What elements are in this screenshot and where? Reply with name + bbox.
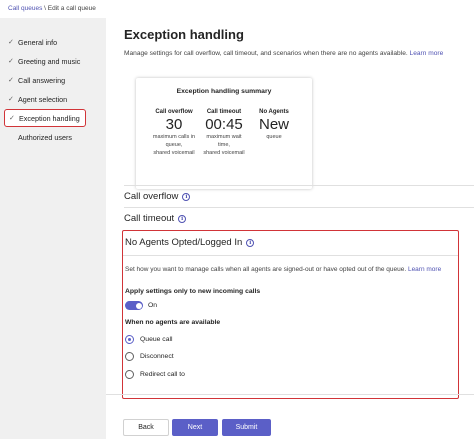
summary-col-sub: maximum wait <box>206 134 242 140</box>
summary-col-value: 30 <box>165 116 183 133</box>
summary-col-sub: queue, <box>165 142 183 148</box>
breadcrumb-call-queues-link[interactable]: Call queues <box>8 5 42 12</box>
check-icon: ✓ <box>8 77 14 84</box>
check-icon: ✓ <box>9 115 15 122</box>
option-disconnect[interactable]: Disconnect <box>125 352 174 361</box>
summary-col-sub: shared voicemail <box>153 150 195 156</box>
summary-title: Exception handling summary <box>176 88 272 95</box>
sidebar-item-greeting-and-music[interactable]: ✓ Greeting and music <box>4 52 86 70</box>
summary-col-sub: queue <box>266 134 282 140</box>
sidebar-item-call-answering[interactable]: ✓ Call answering <box>4 71 86 89</box>
sidebar-item-label: Exception handling <box>19 113 80 123</box>
no-agents-description: Set how you want to manage calls when al… <box>125 266 441 273</box>
sidebar-item-label: Agent selection <box>18 94 68 104</box>
call-timeout-section-header[interactable]: Call timeout i <box>124 213 187 224</box>
section-title: Call timeout <box>124 213 175 224</box>
page-title: Exception handling <box>124 27 244 42</box>
summary-call-overflow: Call overflow 30 maximum calls in queue,… <box>148 109 200 157</box>
section-divider <box>124 185 474 186</box>
option-redirect-call-to[interactable]: Redirect call to <box>125 370 185 379</box>
toggle-state-label: On <box>148 301 158 309</box>
sidebar-item-general-info[interactable]: ✓ General info <box>4 33 86 51</box>
no-agents-description-text: Set how you want to manage calls when al… <box>125 266 407 273</box>
sidebar-item-agent-selection[interactable]: ✓ Agent selection <box>4 90 86 108</box>
back-button[interactable]: Back <box>123 419 169 436</box>
no-agents-learn-more-link[interactable]: Learn more <box>408 266 441 273</box>
sidebar-item-exception-handling[interactable]: ✓ Exception handling <box>4 109 86 127</box>
info-icon[interactable]: i <box>246 238 255 247</box>
summary-col-sub: time, <box>218 142 230 148</box>
sidebar-item-label: Authorized users <box>18 132 72 142</box>
summary-col-sub: shared voicemail <box>203 150 245 156</box>
summary-col-head: Call timeout <box>206 109 242 115</box>
option-queue-call[interactable]: Queue call <box>125 335 173 344</box>
section-title: No Agents Opted/Logged In <box>125 237 243 248</box>
wizard-sidebar: ✓ General info ✓ Greeting and music ✓ Ca… <box>0 18 106 439</box>
no-agents-section-header[interactable]: No Agents Opted/Logged In i <box>125 237 255 248</box>
footer-divider <box>106 394 474 395</box>
page-description: Manage settings for call overflow, call … <box>124 50 443 57</box>
check-icon: ✓ <box>8 58 14 65</box>
summary-call-timeout: Call timeout 00:45 maximum wait time, sh… <box>198 109 250 157</box>
radio-label: Disconnect <box>140 353 174 360</box>
apply-settings-label: Apply settings only to new incoming call… <box>125 288 261 295</box>
info-icon[interactable]: i <box>178 214 187 223</box>
check-icon: ✓ <box>8 39 14 46</box>
radio-button[interactable] <box>125 370 134 379</box>
radio-button-selected[interactable] <box>125 335 134 344</box>
summary-col-head: Call overflow <box>155 109 193 115</box>
summary-col-value: 00:45 <box>205 116 243 133</box>
section-title: Call overflow <box>124 191 179 202</box>
call-overflow-section-header[interactable]: Call overflow i <box>124 191 191 202</box>
summary-col-value: New <box>258 116 289 133</box>
info-icon[interactable]: i <box>182 192 191 201</box>
check-icon: ✓ <box>8 96 14 103</box>
exception-summary-card: Exception handling summary Call overflow… <box>136 78 312 189</box>
section-divider <box>124 207 474 208</box>
section-divider <box>123 255 458 256</box>
radio-label: Queue call <box>140 336 173 343</box>
sidebar-item-label: Greeting and music <box>18 56 81 66</box>
summary-no-agents: No Agents New queue <box>252 109 296 141</box>
summary-col-sub: maximum calls in <box>152 134 196 140</box>
breadcrumb: Call queues \ Edit a call queue <box>8 5 96 12</box>
sidebar-item-authorized-users[interactable]: Authorized users <box>4 128 86 146</box>
sidebar-item-label: General info <box>18 37 58 47</box>
next-button[interactable]: Next <box>172 419 218 436</box>
learn-more-link[interactable]: Learn more <box>410 50 444 57</box>
main-panel: Exception handling Manage settings for c… <box>106 18 474 439</box>
page-description-text: Manage settings for call overflow, call … <box>124 50 408 57</box>
sidebar-item-label: Call answering <box>18 75 66 85</box>
no-agents-section: No Agents Opted/Logged In i Set how you … <box>122 230 459 399</box>
apply-new-calls-toggle[interactable] <box>125 301 143 310</box>
radio-button[interactable] <box>125 352 134 361</box>
summary-col-head: No Agents <box>259 109 289 115</box>
breadcrumb-current: Edit a call queue <box>47 5 96 12</box>
when-no-agents-label: When no agents are available <box>125 319 221 326</box>
radio-label: Redirect call to <box>140 371 185 378</box>
breadcrumb-separator: \ <box>44 5 46 12</box>
submit-button[interactable]: Submit <box>222 419 271 436</box>
